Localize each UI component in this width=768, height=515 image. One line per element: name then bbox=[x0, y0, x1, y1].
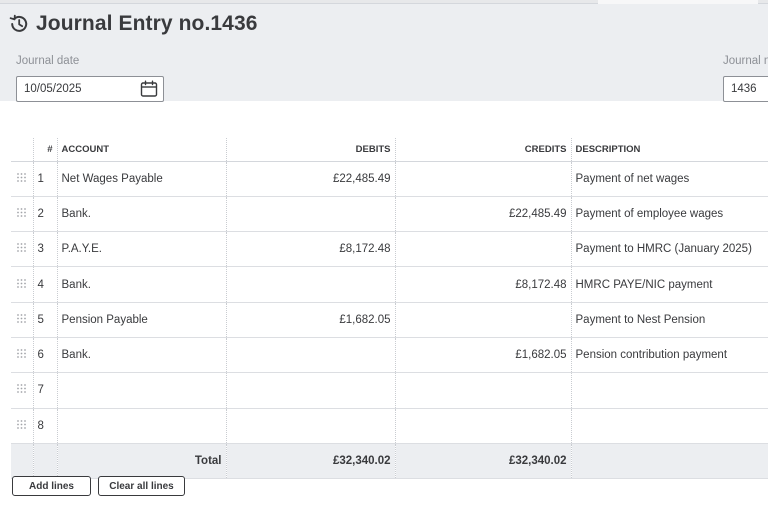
line-number: 4 bbox=[33, 266, 58, 303]
table-row[interactable]: 7 bbox=[11, 372, 768, 409]
credit-cell[interactable]: £22,485.49 bbox=[395, 196, 572, 233]
drag-handle-icon[interactable] bbox=[17, 172, 27, 182]
drag-handle-icon[interactable] bbox=[17, 349, 27, 359]
journal-header: Journal Entry no.1436 Journal date Journ… bbox=[0, 4, 768, 102]
account-cell[interactable]: Pension Payable bbox=[57, 302, 227, 338]
line-number: 5 bbox=[33, 302, 58, 338]
credit-cell[interactable] bbox=[395, 372, 572, 409]
line-number: 3 bbox=[33, 231, 58, 268]
description-cell[interactable]: Payment of net wages bbox=[571, 161, 768, 197]
drag-handle[interactable] bbox=[11, 161, 34, 197]
account-cell[interactable]: Bank. bbox=[57, 337, 227, 374]
column-header-account: ACCOUNT bbox=[57, 138, 227, 162]
drag-handle[interactable] bbox=[11, 231, 34, 268]
page-title: Journal Entry no.1436 bbox=[36, 12, 258, 35]
account-cell[interactable]: Bank. bbox=[57, 266, 227, 303]
credit-cell[interactable] bbox=[395, 231, 572, 268]
line-number: 2 bbox=[33, 196, 58, 233]
column-header-num: # bbox=[33, 138, 58, 162]
line-number: 1 bbox=[33, 161, 58, 197]
drag-handle[interactable] bbox=[11, 196, 34, 233]
debit-cell[interactable] bbox=[226, 372, 396, 409]
account-cell[interactable]: Bank. bbox=[57, 196, 227, 233]
total-debits: £32,340.02 bbox=[226, 443, 396, 480]
journal-date-input[interactable] bbox=[17, 83, 127, 95]
table-row[interactable]: 5 Pension Payable £1,682.05 Payment to Nest… bbox=[11, 302, 768, 338]
description-cell[interactable] bbox=[571, 372, 768, 409]
credit-cell[interactable]: £8,172.48 bbox=[395, 266, 572, 303]
column-header-debits: DEBITS bbox=[226, 138, 396, 162]
debit-cell[interactable]: £8,172.48 bbox=[226, 231, 396, 268]
debit-cell[interactable] bbox=[226, 408, 396, 444]
credit-cell[interactable] bbox=[395, 161, 572, 197]
drag-column-header bbox=[11, 138, 34, 162]
journal-date-label: Journal date bbox=[16, 55, 80, 67]
journal-no-label: Journal no. bbox=[723, 55, 768, 67]
debit-cell[interactable]: £22,485.49 bbox=[226, 161, 396, 197]
table-row[interactable]: 1 Net Wages Payable £22,485.49 Payment of n… bbox=[11, 161, 768, 197]
description-cell[interactable]: Payment of employee wages bbox=[571, 196, 768, 233]
line-number: 6 bbox=[33, 337, 58, 374]
debit-cell[interactable] bbox=[226, 337, 396, 374]
drag-handle[interactable] bbox=[11, 302, 34, 338]
drag-handle-icon[interactable] bbox=[17, 278, 27, 288]
drag-handle-icon[interactable] bbox=[17, 208, 27, 217]
journal-no-field bbox=[723, 76, 768, 102]
description-cell[interactable]: Payment to Nest Pension bbox=[571, 302, 768, 338]
add-lines-button[interactable]: Add lines bbox=[12, 476, 91, 496]
description-cell[interactable]: Payment to HMRC (January 2025) bbox=[571, 231, 768, 268]
journal-lines-table: # ACCOUNT DEBITS CREDITS DESCRIPTION 1 Ne… bbox=[11, 138, 768, 480]
account-cell[interactable] bbox=[57, 408, 227, 444]
journal-no-input[interactable] bbox=[724, 77, 764, 101]
title-row: Journal Entry no.1436 bbox=[8, 12, 258, 36]
calendar-icon[interactable] bbox=[140, 80, 158, 98]
table-row[interactable]: 6 Bank. £1,682.05 Pension contribution paym… bbox=[11, 337, 768, 374]
column-header-credits: CREDITS bbox=[395, 138, 572, 162]
description-cell[interactable]: Pension contribution payment bbox=[571, 337, 768, 374]
credit-cell[interactable]: £1,682.05 bbox=[395, 337, 572, 374]
credit-cell[interactable] bbox=[395, 302, 572, 338]
total-row: Total £32,340.02 £32,340.02 bbox=[11, 443, 768, 480]
table-row[interactable]: 2 Bank. £22,485.49 Payment of employee wage… bbox=[11, 196, 768, 233]
account-cell[interactable]: Net Wages Payable bbox=[57, 161, 227, 197]
journal-date-field bbox=[16, 76, 164, 102]
drag-handle-icon[interactable] bbox=[17, 384, 27, 394]
line-number: 7 bbox=[33, 372, 58, 409]
clear-all-lines-button[interactable]: Clear all lines bbox=[98, 476, 185, 496]
debit-cell[interactable] bbox=[226, 196, 396, 233]
history-icon[interactable] bbox=[8, 13, 30, 35]
description-cell[interactable]: HMRC PAYE/NIC payment bbox=[571, 266, 768, 303]
account-cell[interactable]: P.A.Y.E. bbox=[57, 231, 227, 268]
total-label: Total bbox=[57, 443, 227, 480]
drag-handle[interactable] bbox=[11, 408, 34, 444]
table-row[interactable]: 4 Bank. £8,172.48 HMRC PAYE/NIC payment bbox=[11, 266, 768, 303]
drag-handle[interactable] bbox=[11, 372, 34, 409]
drag-handle-icon[interactable] bbox=[17, 243, 27, 253]
drag-handle[interactable] bbox=[11, 266, 34, 303]
table-header-row: # ACCOUNT DEBITS CREDITS DESCRIPTION bbox=[11, 138, 768, 162]
account-cell[interactable] bbox=[57, 372, 227, 409]
line-number: 8 bbox=[33, 408, 58, 444]
debit-cell[interactable] bbox=[226, 266, 396, 303]
description-cell[interactable] bbox=[571, 408, 768, 444]
debit-cell[interactable]: £1,682.05 bbox=[226, 302, 396, 338]
table-row[interactable]: 8 bbox=[11, 408, 768, 444]
column-header-description: DESCRIPTION bbox=[571, 138, 768, 162]
credit-cell[interactable] bbox=[395, 408, 572, 444]
table-row[interactable]: 3 P.A.Y.E. £8,172.48 Payment to HMRC (Janua… bbox=[11, 231, 768, 268]
drag-handle-icon[interactable] bbox=[17, 419, 27, 429]
total-credits: £32,340.02 bbox=[395, 443, 572, 480]
drag-handle[interactable] bbox=[11, 337, 34, 374]
drag-handle-icon[interactable] bbox=[17, 313, 27, 323]
